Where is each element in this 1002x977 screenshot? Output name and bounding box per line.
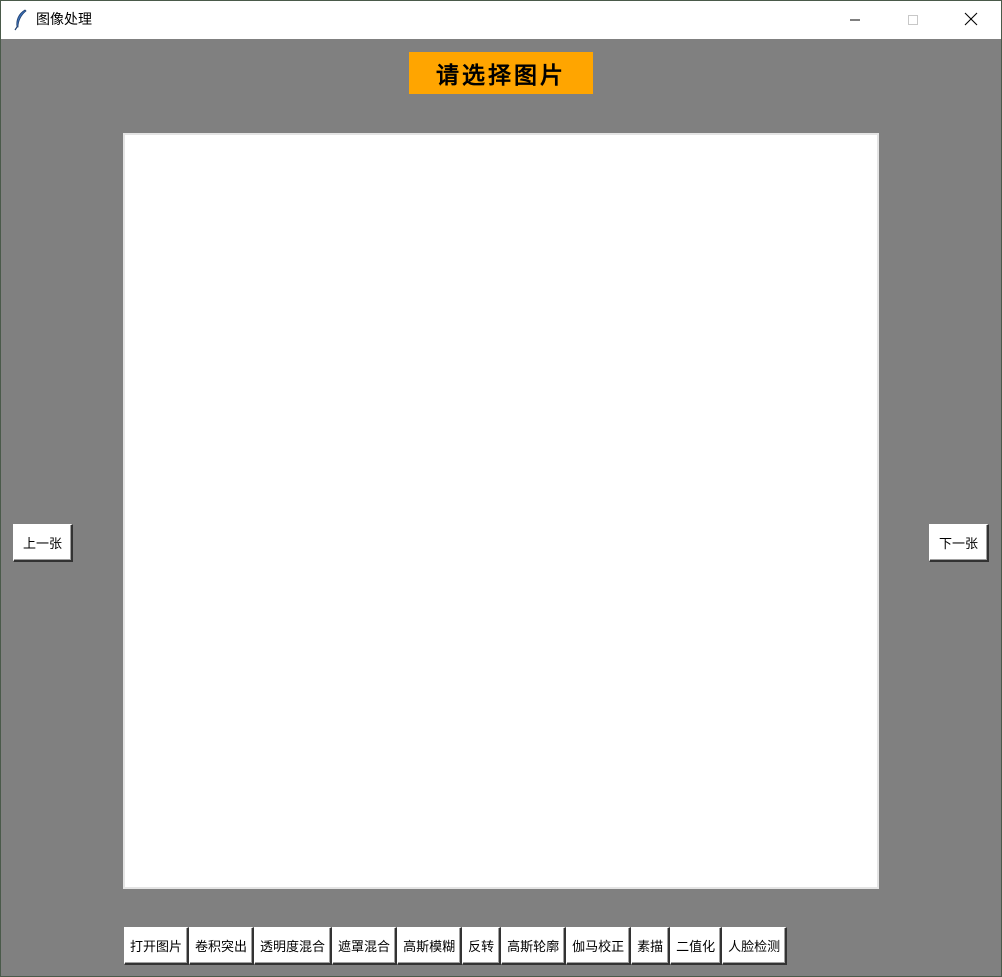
- close-button[interactable]: [942, 1, 1000, 39]
- invert-button[interactable]: 反转: [462, 927, 502, 965]
- sketch-button[interactable]: 素描: [631, 927, 671, 965]
- maximize-button[interactable]: [884, 1, 942, 39]
- page-heading: 请选择图片: [409, 52, 593, 94]
- open-image-button[interactable]: 打开图片: [124, 927, 190, 965]
- alpha-blend-button[interactable]: 透明度混合: [254, 927, 333, 965]
- mask-blend-button[interactable]: 遮罩混合: [332, 927, 398, 965]
- feather-icon: [13, 9, 29, 31]
- window-title: 图像处理: [36, 12, 92, 28]
- close-icon: [964, 11, 978, 30]
- minimize-button[interactable]: [826, 1, 884, 39]
- title-bar[interactable]: 图像处理: [1, 1, 1001, 39]
- face-detection-button[interactable]: 人脸检测: [722, 927, 788, 965]
- gaussian-blur-button[interactable]: 高斯模糊: [397, 927, 463, 965]
- minimize-icon: [849, 11, 861, 30]
- next-image-button[interactable]: 下一张: [929, 524, 989, 562]
- prev-image-button[interactable]: 上一张: [13, 524, 73, 562]
- app-window: 图像处理 请选择图片 上一张 下一张 打开图片 卷积突出 透明度混合 遮罩混合: [0, 0, 1002, 977]
- gamma-correction-button[interactable]: 伽马校正: [566, 927, 632, 965]
- client-area: 请选择图片 上一张 下一张 打开图片 卷积突出 透明度混合 遮罩混合 高斯模糊 …: [1, 39, 1001, 976]
- maximize-icon: [907, 11, 919, 30]
- gaussian-contour-button[interactable]: 高斯轮廓: [501, 927, 567, 965]
- convolution-emphasis-button[interactable]: 卷积突出: [189, 927, 255, 965]
- action-toolbar: 打开图片 卷积突出 透明度混合 遮罩混合 高斯模糊 反转 高斯轮廓 伽马校正 素…: [124, 927, 788, 965]
- binarize-button[interactable]: 二值化: [670, 927, 723, 965]
- image-canvas: [123, 133, 879, 889]
